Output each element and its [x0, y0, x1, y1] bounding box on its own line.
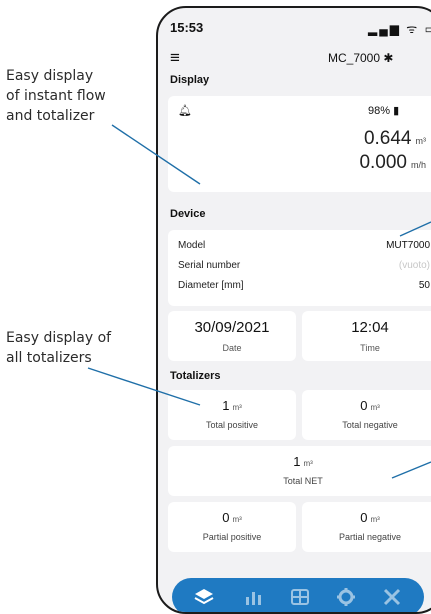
- device-name[interactable]: MC_7000 ✱: [328, 51, 393, 65]
- battery-level: 98% ▮: [368, 105, 400, 117]
- total-negative-value: 0: [360, 398, 368, 413]
- layers-icon[interactable]: [192, 586, 216, 608]
- status-bar: 15:53 ▂▄▆ ᯤ ▭: [158, 8, 431, 44]
- time-value: 12:04: [351, 319, 389, 336]
- instant-flow-unit: m³: [415, 136, 427, 146]
- phone-frame: 15:53 ▂▄▆ ᯤ ▭ ≡ MC_7000 ✱ Display 🔔︎ 98%…: [156, 6, 431, 614]
- annotation-flow: Easy display of instant flow and totaliz…: [6, 66, 106, 126]
- partial-positive-label: Partial positive: [202, 532, 262, 542]
- annotation-line: of instant flow: [6, 88, 106, 104]
- partial-negative-value: 0: [360, 510, 368, 525]
- annotation-line: Easy display of: [6, 330, 112, 346]
- partial-negative: 0 m³: [302, 510, 431, 525]
- bar-chart-icon-glyph: [246, 592, 261, 605]
- display-card: 🔔︎ 98% ▮ 0.644 m³ 0.000 m/h: [168, 96, 431, 192]
- gear-icon[interactable]: [334, 586, 358, 608]
- status-icons: ▂▄▆ ᯤ ▭: [368, 22, 431, 36]
- instant-flow-value: 0.644: [363, 128, 412, 149]
- total-flow-value: 0.000: [359, 152, 407, 173]
- device-row-label: Diameter [mm]: [178, 280, 244, 291]
- device-row-label: Model: [178, 240, 206, 251]
- device-row-value: 50: [418, 280, 430, 291]
- partial-positive: 0 m³: [168, 510, 296, 525]
- device-row-label: Serial number: [178, 260, 241, 271]
- unit-label: m³: [370, 403, 380, 412]
- annotation-line: and totalizer: [6, 108, 95, 124]
- status-time: 15:53: [170, 20, 204, 35]
- menu-icon[interactable]: ≡: [170, 48, 180, 68]
- total-negative-label: Total negative: [342, 420, 398, 430]
- total-positive-label: Total positive: [205, 420, 259, 430]
- section-title-totalizers: Totalizers: [170, 370, 221, 382]
- total-negative-tile: 0 m³ Total negative: [302, 390, 431, 440]
- gear-icon-glyph: [337, 588, 355, 606]
- total-negative: 0 m³: [302, 398, 431, 413]
- total-flow-unit: m/h: [410, 160, 426, 170]
- annotation-totalizers: Easy display of all totalizers: [6, 328, 111, 368]
- total-net: 1 m³: [168, 454, 431, 469]
- date-label: Date: [222, 343, 242, 353]
- total-positive-value: 1: [222, 398, 230, 413]
- date-tile: 30/09/2021 Date: [168, 311, 296, 361]
- total-positive: 1 m³: [168, 398, 296, 413]
- device-row-value: (vuoto): [398, 260, 430, 271]
- unit-label: m³: [232, 515, 242, 524]
- annotation-line: all totalizers: [6, 350, 92, 366]
- partial-negative-label: Partial negative: [338, 532, 402, 542]
- device-card: Model MUT7000 Serial number (vuoto) Diam…: [168, 230, 431, 306]
- bottom-tab-bar: [172, 578, 424, 612]
- layers-icon-glyph: [194, 589, 214, 605]
- total-net-tile: 1 m³ Total NET: [168, 446, 431, 496]
- total-flow: 0.000 m/h: [359, 152, 426, 174]
- grid-icon[interactable]: [288, 586, 312, 608]
- unit-label: m³: [303, 459, 313, 468]
- device-row-value: MUT7000: [386, 240, 430, 251]
- bar-chart-icon[interactable]: [242, 586, 266, 608]
- time-tile: 12:04 Time: [302, 311, 431, 361]
- total-net-label: Total NET: [283, 476, 323, 486]
- partial-positive-tile: 0 m³ Partial positive: [168, 502, 296, 552]
- unit-label: m³: [370, 515, 380, 524]
- tools-icon[interactable]: [380, 586, 404, 608]
- total-positive-tile: 1 m³ Total positive: [168, 390, 296, 440]
- unit-label: m³: [232, 403, 242, 412]
- time-label: Time: [360, 343, 380, 353]
- section-title-display: Display: [170, 74, 210, 86]
- total-net-value: 1: [293, 454, 301, 469]
- partial-negative-tile: 0 m³ Partial negative: [302, 502, 431, 552]
- partial-positive-value: 0: [222, 510, 230, 525]
- date-value: 30/09/2021: [194, 319, 270, 336]
- section-title-device: Device: [170, 208, 206, 220]
- app-bar: ≡ MC_7000 ✱: [158, 48, 431, 70]
- tools-icon-glyph: [383, 588, 401, 606]
- instant-flow: 0.644 m³: [364, 128, 426, 150]
- grid-icon-glyph: [291, 589, 309, 605]
- bell-icon[interactable]: 🔔︎: [178, 104, 192, 117]
- annotation-line: Easy display: [6, 68, 94, 84]
